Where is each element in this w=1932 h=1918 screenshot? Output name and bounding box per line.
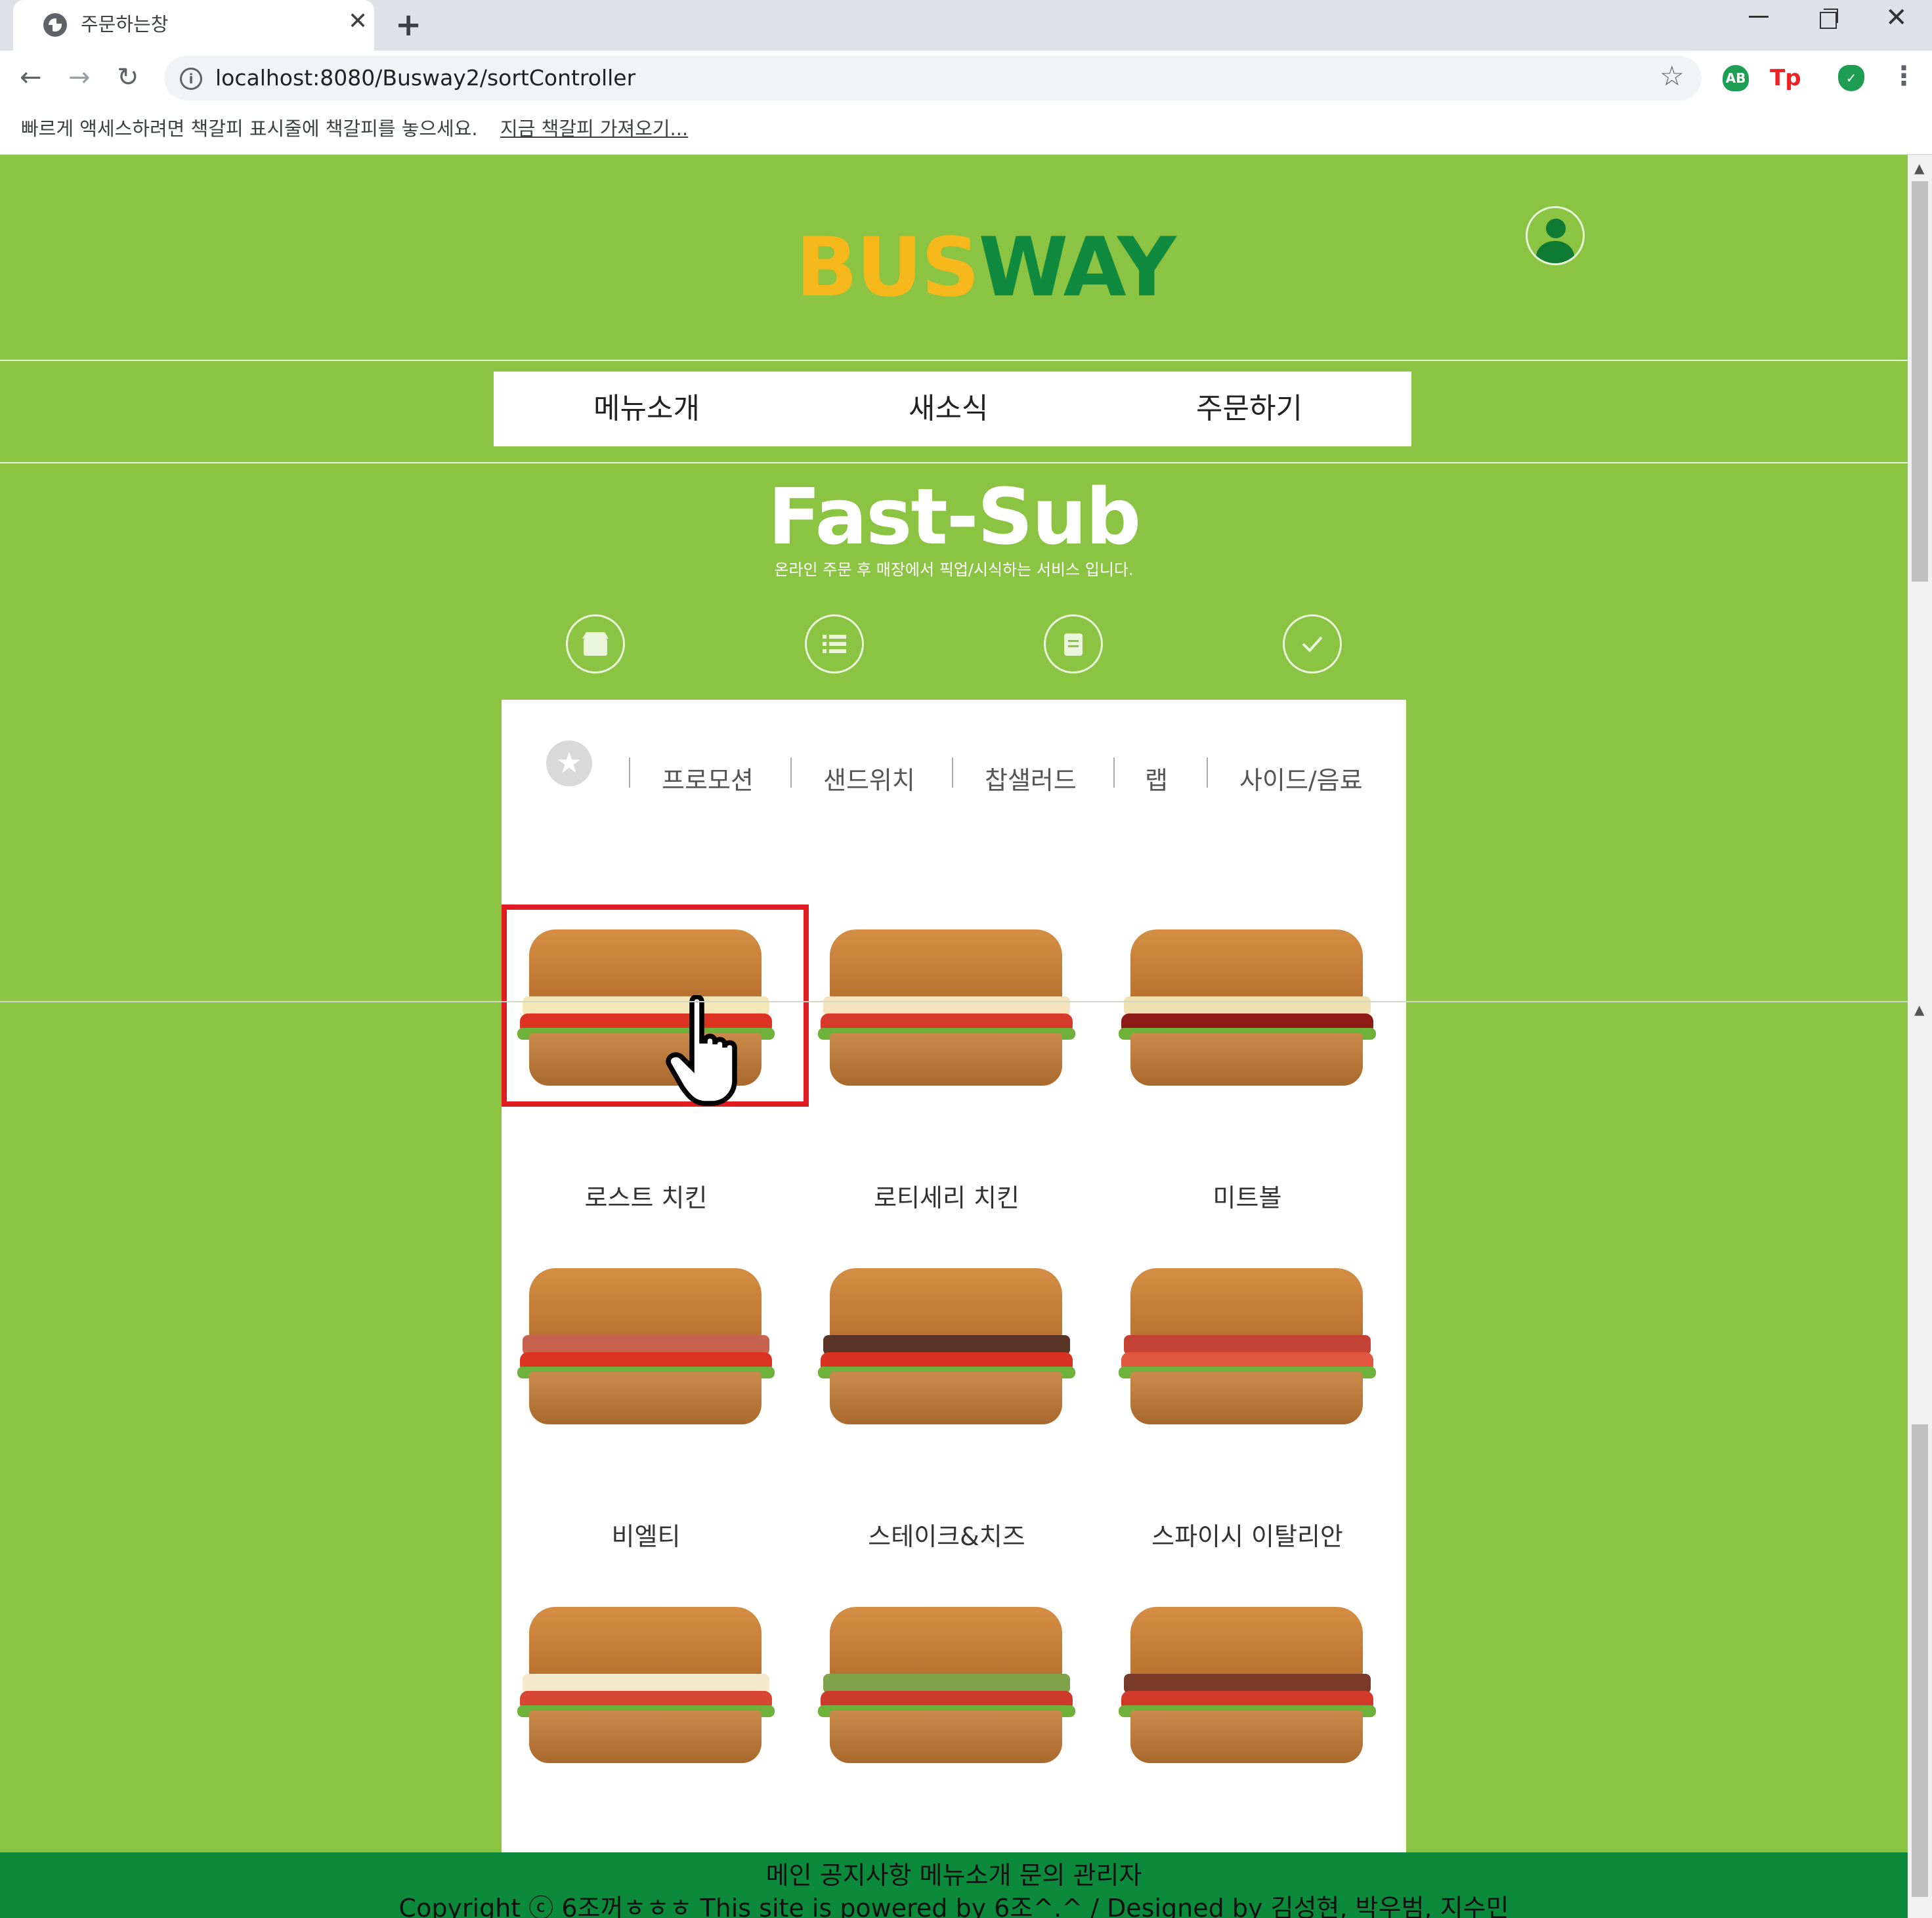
category-sandwich[interactable]: 샌드위치 bbox=[823, 760, 915, 796]
minimize-icon[interactable] bbox=[1749, 16, 1769, 18]
menu-item-name[interactable]: 미트볼 bbox=[1103, 1178, 1392, 1214]
vertical-scrollbar[interactable]: ▲ ▲ bbox=[1908, 155, 1932, 1918]
check-icon bbox=[1283, 614, 1342, 673]
globe-icon bbox=[43, 13, 67, 37]
nav-menu-intro[interactable]: 메뉴소개 bbox=[593, 385, 700, 427]
sandwich-image[interactable] bbox=[1116, 923, 1379, 1094]
footer: 메인 공지사항 메뉴소개 문의 관리자 Copyright ⓒ 6조꺼ㅎㅎㅎ T… bbox=[0, 1852, 1908, 1918]
tab-strip: 주문하는창 ✕ + ✕ bbox=[0, 0, 1932, 51]
divider bbox=[0, 360, 1908, 361]
scroll-up-icon[interactable]: ▲ bbox=[1914, 160, 1924, 176]
list-icon bbox=[805, 614, 864, 673]
category-divider bbox=[629, 757, 630, 788]
busway-logo[interactable]: BUSWAY bbox=[796, 221, 1176, 315]
new-tab-button[interactable]: + bbox=[395, 7, 421, 43]
address-bar[interactable]: i localhost:8080/Busway2/sortController … bbox=[164, 56, 1702, 100]
selected-item-highlight bbox=[502, 905, 809, 1107]
import-bookmarks-link[interactable]: 지금 책갈피 가져오기... bbox=[500, 114, 688, 141]
tp-extension-icon[interactable]: Tp bbox=[1770, 65, 1801, 91]
url-text[interactable]: localhost:8080/Busway2/sortController bbox=[215, 65, 635, 91]
overlay-divider bbox=[0, 1001, 1908, 1002]
sandwich-image[interactable] bbox=[815, 1262, 1078, 1432]
sandwich-image[interactable] bbox=[1116, 1262, 1379, 1432]
shield-extension-icon[interactable]: ✓ bbox=[1838, 65, 1864, 91]
scrollbar-thumb[interactable] bbox=[1912, 181, 1928, 582]
browser-menu-icon[interactable]: ⋮ bbox=[1891, 61, 1917, 91]
category-divider bbox=[790, 757, 792, 788]
menu-item-name[interactable]: 스테이크&치즈 bbox=[802, 1516, 1091, 1552]
favorites-star-icon[interactable]: ★ bbox=[546, 740, 592, 786]
footer-copyright: Copyright ⓒ 6조꺼ㅎㅎㅎ This site is powered … bbox=[398, 1894, 1509, 1918]
close-tab-icon[interactable]: ✕ bbox=[348, 8, 368, 35]
window-close-icon[interactable]: ✕ bbox=[1885, 3, 1908, 33]
main-nav: 메뉴소개 새소식 주문하기 bbox=[494, 372, 1411, 446]
nav-news[interactable]: 새소식 bbox=[909, 385, 988, 427]
hero-title: Fast-Sub bbox=[767, 471, 1141, 562]
category-divider bbox=[952, 757, 953, 788]
page-content: BUSWAY 메뉴소개 새소식 주문하기 Fast-Sub 온라인 주문 후 매… bbox=[0, 155, 1908, 1918]
store-icon bbox=[566, 614, 625, 673]
site-info-icon[interactable]: i bbox=[180, 68, 202, 90]
bookmark-star-icon[interactable]: ☆ bbox=[1660, 60, 1685, 92]
reload-icon[interactable]: ↻ bbox=[117, 62, 139, 93]
sandwich-image[interactable] bbox=[1116, 1600, 1379, 1771]
category-chopped-salad[interactable]: 찹샐러드 bbox=[985, 760, 1077, 796]
sandwich-image[interactable] bbox=[815, 923, 1078, 1094]
sandwich-image[interactable] bbox=[515, 1600, 777, 1771]
hand-cursor-icon bbox=[666, 995, 737, 1106]
user-icon[interactable] bbox=[1526, 206, 1585, 265]
adblock-extension-icon[interactable]: AB bbox=[1723, 65, 1749, 91]
category-side-drink[interactable]: 사이드/음료 bbox=[1239, 760, 1363, 796]
bookmark-bar-hint: 빠르게 액세스하려면 책갈피 표시줄에 책갈피를 놓으세요. bbox=[21, 117, 478, 140]
footer-links[interactable]: 메인 공지사항 메뉴소개 문의 관리자 bbox=[0, 1855, 1908, 1891]
hero-subtitle: 온라인 주문 후 매장에서 픽업/시식하는 서비스 입니다. bbox=[774, 561, 1134, 579]
bookmark-bar: 빠르게 액세스하려면 책갈피 표시줄에 책갈피를 놓으세요. 지금 책갈피 가져… bbox=[0, 107, 1932, 155]
menu-item-name[interactable]: 로티세리 치킨 bbox=[802, 1178, 1091, 1214]
scroll-up-icon[interactable]: ▲ bbox=[1914, 1002, 1924, 1017]
restore-icon[interactable] bbox=[1820, 9, 1838, 29]
sandwich-image[interactable] bbox=[515, 1262, 777, 1432]
category-wrap[interactable]: 랩 bbox=[1145, 760, 1168, 796]
browser-tab[interactable]: 주문하는창 ✕ bbox=[13, 0, 374, 51]
nav-order[interactable]: 주문하기 bbox=[1196, 385, 1302, 427]
divider bbox=[0, 462, 1908, 463]
clipboard-icon bbox=[1044, 614, 1103, 673]
scrollbar-thumb[interactable] bbox=[1912, 1424, 1928, 1897]
menu-item-name[interactable]: 비엘티 bbox=[502, 1516, 790, 1552]
browser-toolbar: ← → ↻ i localhost:8080/Busway2/sortContr… bbox=[0, 51, 1932, 107]
category-promotion[interactable]: 프로모션 bbox=[662, 760, 754, 796]
category-divider bbox=[1207, 757, 1208, 788]
back-icon[interactable]: ← bbox=[20, 62, 42, 93]
tab-title: 주문하는창 bbox=[81, 13, 169, 35]
forward-icon[interactable]: → bbox=[68, 62, 91, 93]
category-divider bbox=[1113, 757, 1115, 788]
menu-panel: ★ 프로모션 샌드위치 찹샐러드 랩 사이드/음료 로스트 치킨 로티세리 치킨 미… bbox=[502, 700, 1406, 1918]
menu-item-name[interactable]: 로스트 치킨 bbox=[502, 1178, 790, 1214]
sandwich-image[interactable] bbox=[815, 1600, 1078, 1771]
menu-item-name[interactable]: 스파이시 이탈리안 bbox=[1103, 1516, 1392, 1552]
